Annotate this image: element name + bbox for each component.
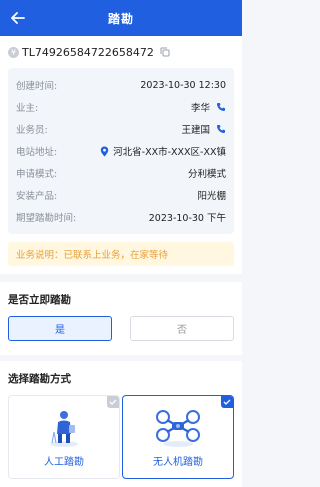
location-pin-icon bbox=[100, 146, 109, 156]
section-title: 是否立即踏勘 bbox=[8, 293, 71, 306]
info-value-wrap: 李华 bbox=[191, 100, 226, 114]
checkbox-unchecked-icon[interactable] bbox=[107, 396, 119, 408]
info-value: 李华 bbox=[190, 103, 210, 114]
survey-method-section: 选择踏勘方式 人工踏勘 无人机踏勘 bbox=[0, 355, 242, 487]
info-label: 期望踏勘时间: bbox=[16, 213, 77, 224]
order-number: TL74926584722658472 bbox=[22, 45, 154, 59]
info-value-wrap: 河北省-XX市-XXX区-XX镇 bbox=[100, 144, 226, 158]
info-value-wrap: 王建国 bbox=[181, 122, 226, 136]
app-header: 踏勘 bbox=[0, 0, 242, 36]
info-label: 业主: bbox=[16, 103, 39, 114]
method-manual-card[interactable]: 人工踏勘 bbox=[8, 395, 120, 479]
info-label: 电站地址: bbox=[16, 147, 58, 158]
info-label: 创建时间: bbox=[16, 81, 58, 92]
drone-icon bbox=[156, 410, 200, 447]
order-badge-icon: ¥ bbox=[8, 46, 19, 58]
info-value: 王建国 bbox=[181, 125, 210, 136]
person-survey-icon bbox=[50, 411, 78, 447]
checkbox-checked-icon[interactable] bbox=[221, 396, 233, 408]
copy-icon[interactable] bbox=[160, 47, 170, 57]
info-value: 2023-10-30 下午 bbox=[148, 213, 226, 224]
no-button[interactable]: 否 bbox=[130, 316, 234, 341]
info-value: 阳光棚 bbox=[197, 191, 226, 202]
method-label: 人工踏勘 bbox=[44, 457, 84, 468]
info-label: 业务员: bbox=[16, 125, 48, 136]
business-notice: 业务说明：已联系上业务，在家等待 bbox=[8, 242, 234, 266]
info-label: 申请模式: bbox=[16, 169, 58, 180]
info-row-created: 创建时间: 2023-10-30 12:30 bbox=[16, 74, 226, 96]
info-value: 分利模式 bbox=[187, 169, 226, 180]
info-value: 2023-10-30 12:30 bbox=[140, 79, 226, 91]
phone-icon[interactable] bbox=[216, 124, 226, 134]
arrow-left-icon bbox=[11, 12, 25, 24]
back-button[interactable] bbox=[8, 8, 28, 28]
method-drone-card[interactable]: 无人机踏勘 bbox=[122, 395, 234, 479]
info-card: 创建时间: 2023-10-30 12:30 业主: 李华 业务员: 王建国 电… bbox=[8, 68, 234, 234]
method-label: 无人机踏勘 bbox=[153, 457, 203, 468]
method-options: 人工踏勘 无人机踏勘 bbox=[8, 395, 234, 487]
immediate-toggle: 是 否 bbox=[8, 316, 234, 355]
info-row-salesman: 业务员: 王建国 bbox=[16, 118, 226, 140]
phone-icon[interactable] bbox=[216, 102, 226, 112]
section-title: 选择踏勘方式 bbox=[8, 372, 71, 385]
info-value: 河北省-XX市-XXX区-XX镇 bbox=[113, 147, 226, 158]
order-number-row: ¥ TL74926584722658472 bbox=[8, 42, 234, 62]
info-row-product: 安装产品: 阳光棚 bbox=[16, 184, 226, 206]
info-row-mode: 申请模式: 分利模式 bbox=[16, 162, 226, 184]
info-row-owner: 业主: 李华 bbox=[16, 96, 226, 118]
info-row-address: 电站地址: 河北省-XX市-XXX区-XX镇 bbox=[16, 140, 226, 162]
immediate-survey-section: 是否立即踏勘 是 否 bbox=[0, 282, 242, 355]
page-title: 踏勘 bbox=[107, 11, 134, 26]
yes-button[interactable]: 是 bbox=[8, 316, 112, 341]
info-label: 安装产品: bbox=[16, 191, 58, 202]
order-info-panel: ¥ TL74926584722658472 创建时间: 2023-10-30 1… bbox=[0, 36, 242, 274]
info-row-expected-time: 期望踏勘时间: 2023-10-30 下午 bbox=[16, 206, 226, 228]
